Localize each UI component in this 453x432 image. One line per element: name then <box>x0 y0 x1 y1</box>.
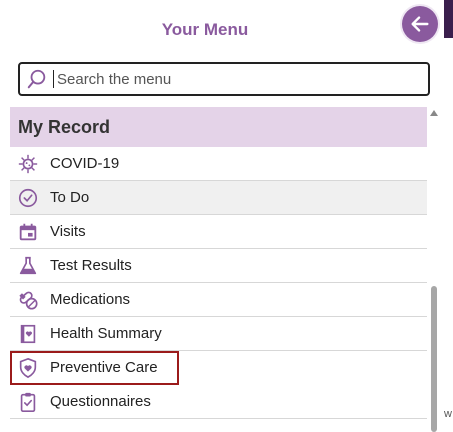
search-box[interactable] <box>18 62 430 96</box>
menu-item-label: COVID-19 <box>50 155 120 172</box>
scrollbar[interactable] <box>429 110 439 432</box>
flask-icon <box>16 254 40 278</box>
heart-document-icon <box>16 322 40 346</box>
menu-item-preventive-care[interactable]: Preventive Care <box>10 351 179 385</box>
menu-item-covid-19[interactable]: COVID-19 <box>10 147 427 181</box>
menu-item-label: Health Summary <box>50 325 162 342</box>
menu-item-questionnaires[interactable]: Questionnaires <box>10 385 427 419</box>
menu-item-label: To Do <box>50 189 90 206</box>
search-icon <box>27 69 46 89</box>
pill-icon <box>16 288 40 312</box>
menu-item-medications[interactable]: Medications <box>10 283 427 317</box>
search-input[interactable] <box>55 69 428 89</box>
section-header-my-record: My Record <box>10 107 427 147</box>
clipboard-check-icon <box>16 390 40 414</box>
menu-list: My Record COVID-19 To Do Visits Test Res… <box>10 107 427 432</box>
menu-item-label: Medications <box>50 291 131 308</box>
menu-item-label: Preventive Care <box>50 359 158 376</box>
menu-item-to-do[interactable]: To Do <box>10 181 427 215</box>
scrollbar-thumb[interactable] <box>431 286 437 432</box>
menu-item-health-summary[interactable]: Health Summary <box>10 317 427 351</box>
scroll-up-arrow[interactable] <box>430 110 438 116</box>
text-cursor <box>53 70 54 88</box>
menu-item-label: Test Results <box>50 257 132 274</box>
back-button[interactable] <box>402 6 438 42</box>
clock-check-icon <box>16 186 40 210</box>
menu-item-label: Questionnaires <box>50 393 151 410</box>
background-window-edge: w <box>441 0 453 432</box>
menu-item-label: Visits <box>50 223 86 240</box>
menu-title: Your Menu <box>161 20 249 39</box>
menu-item-visits[interactable]: Visits <box>10 215 427 249</box>
shield-heart-icon <box>16 356 40 380</box>
virus-icon <box>16 152 40 176</box>
arrow-left-icon <box>411 16 429 32</box>
calendar-icon <box>16 220 40 244</box>
menu-item-test-results[interactable]: Test Results <box>10 249 427 283</box>
